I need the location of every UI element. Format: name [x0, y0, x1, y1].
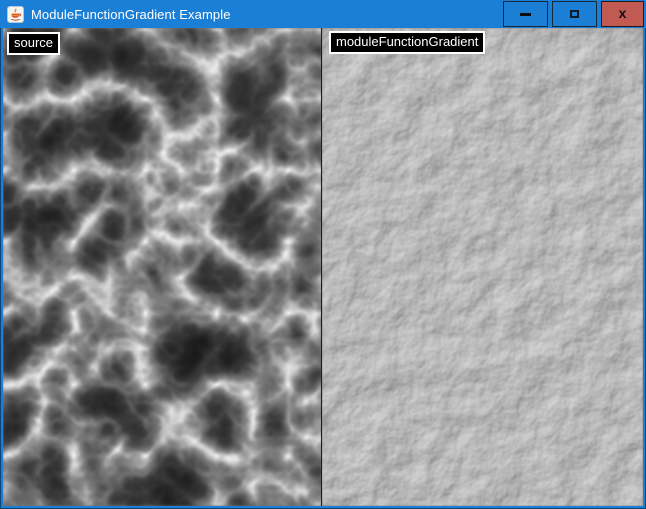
close-button[interactable]: x	[601, 1, 644, 27]
titlebar[interactable]: ModuleFunctionGradient Example x	[0, 0, 646, 28]
window-title: ModuleFunctionGradient Example	[31, 7, 231, 22]
gradient-noise-image	[322, 28, 643, 506]
source-image-panel: source	[3, 28, 322, 506]
close-icon: x	[619, 6, 627, 20]
gradient-image-panel: moduleFunctionGradient	[322, 28, 643, 506]
minimize-icon	[520, 13, 531, 16]
minimize-button[interactable]	[503, 1, 548, 27]
java-coffee-cup-icon	[7, 6, 24, 23]
window-controls: x	[503, 1, 644, 27]
app-window: ModuleFunctionGradient Example x	[0, 0, 646, 509]
maximize-button[interactable]	[552, 1, 597, 27]
source-image-label: source	[7, 32, 60, 55]
gradient-image-label: moduleFunctionGradient	[329, 31, 485, 54]
image-canvas: source	[3, 28, 643, 506]
source-noise-image	[3, 28, 322, 506]
maximize-icon	[570, 10, 579, 18]
